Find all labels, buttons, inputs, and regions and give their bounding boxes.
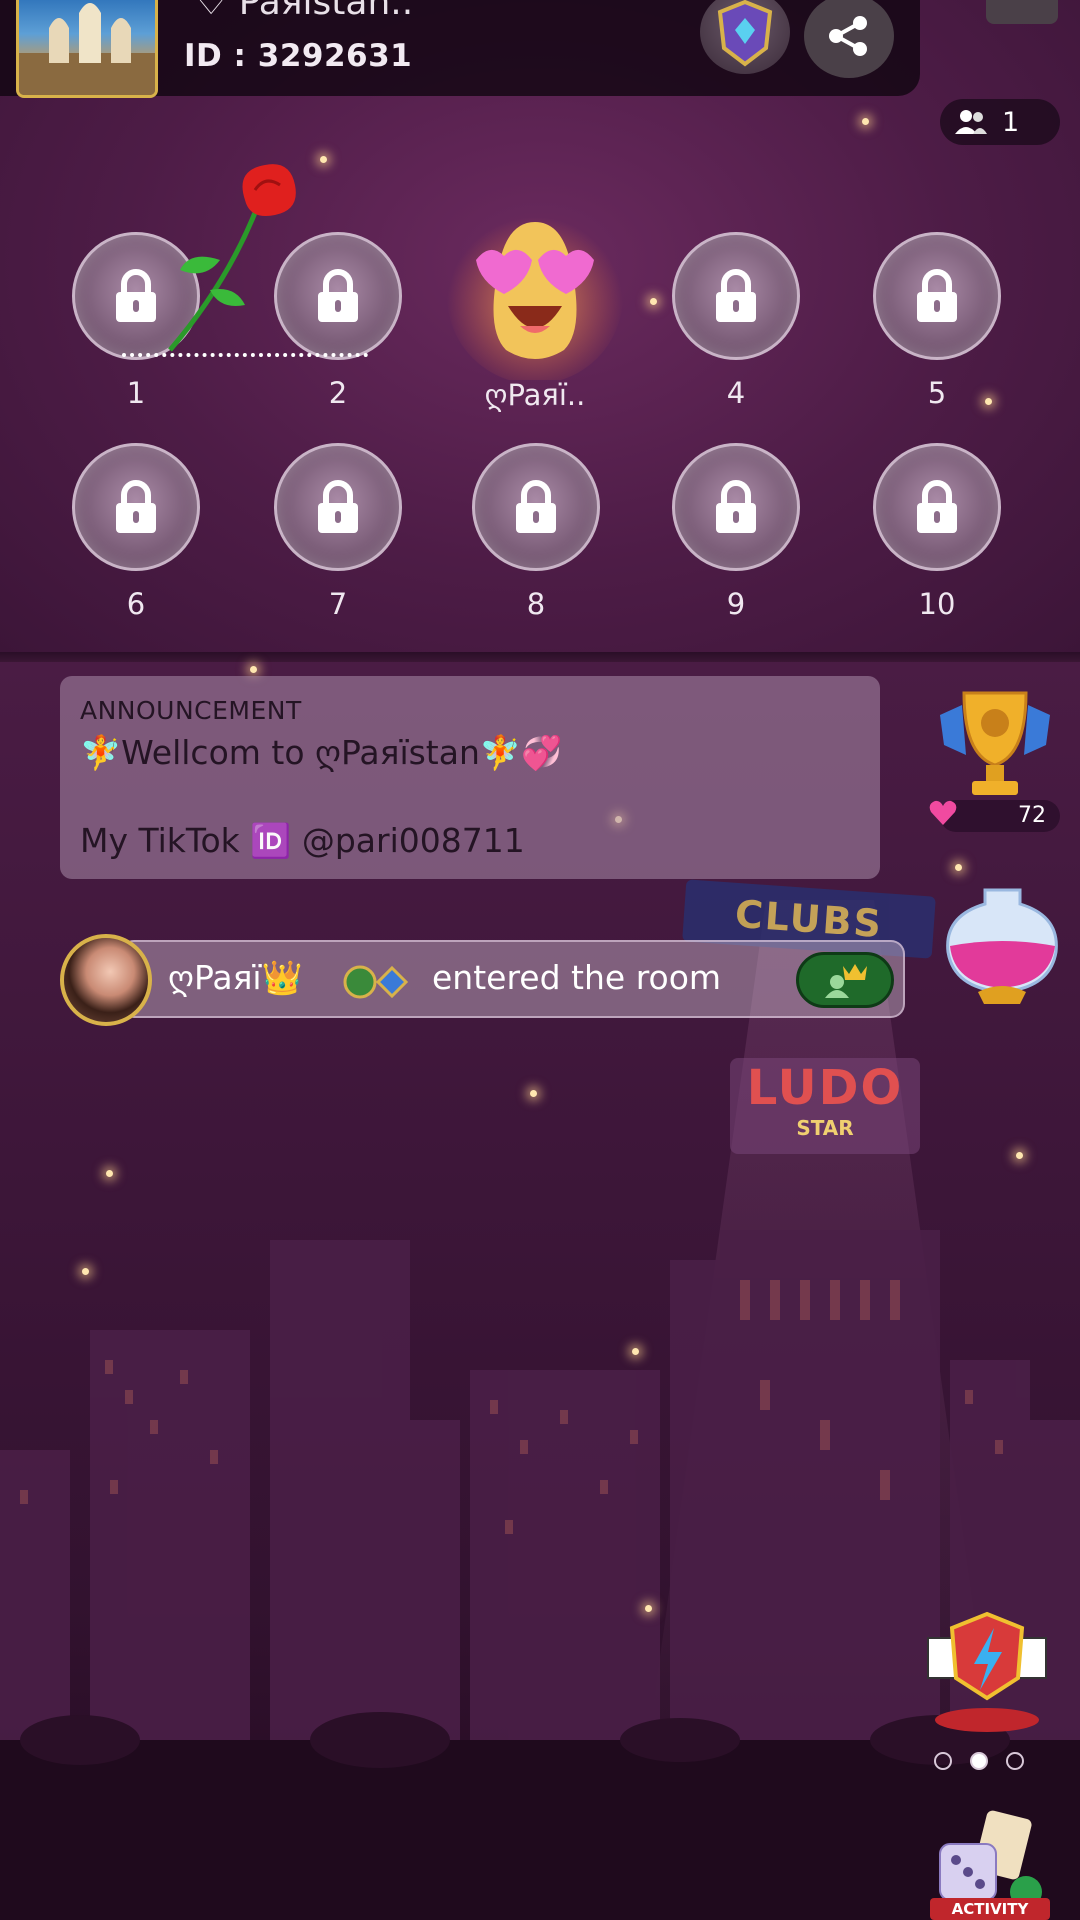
crown-user-icon	[825, 964, 867, 998]
room-name: ♡ Paяïstan..	[195, 0, 414, 23]
online-users-pill[interactable]: 1	[940, 99, 1060, 145]
rose-gift-animation	[168, 164, 296, 352]
ludo-star-sign: LUDO STAR	[730, 1058, 920, 1154]
lock-icon	[917, 269, 957, 322]
announcement-line: My TikTok 🆔 @pari008711	[80, 821, 525, 860]
carousel-pager	[934, 1752, 1024, 1770]
area-divider	[0, 652, 1080, 662]
trophy-icon[interactable]	[922, 675, 1068, 805]
ludo-sign-word: LUDO	[746, 1060, 904, 1116]
seat-number: 10	[918, 587, 956, 621]
lock-icon	[716, 269, 756, 322]
seat-6[interactable]	[72, 443, 200, 571]
seat-number: 1	[126, 376, 146, 410]
online-count: 1	[1002, 106, 1020, 138]
seat-4[interactable]	[672, 232, 800, 360]
seat-5[interactable]	[873, 232, 1001, 360]
trophy-score: 72	[940, 800, 1060, 832]
chat-message-text: entered the room	[432, 958, 722, 997]
seat-number: 4	[726, 376, 746, 410]
announcement-line: 🧚Wellcom to ღPaяïstan🧚💞	[80, 733, 563, 772]
pager-dot[interactable]	[1006, 1752, 1024, 1770]
potion-bottle-icon[interactable]	[940, 880, 1065, 1005]
heart-icon	[929, 800, 957, 825]
seat-number: 8	[526, 587, 546, 621]
pager-dot[interactable]	[934, 1752, 952, 1770]
users-icon	[955, 110, 987, 134]
announcement-title: ANNOUNCEMENT	[80, 696, 302, 725]
activity-button-label[interactable]: ACTIVITY	[930, 1898, 1050, 1920]
exit-room-button[interactable]	[986, 0, 1058, 24]
seat-8[interactable]	[472, 443, 600, 571]
share-icon	[829, 16, 867, 56]
lock-icon	[516, 480, 556, 533]
palace-image	[19, 3, 155, 95]
user-avatar[interactable]	[60, 934, 152, 1026]
lightning-event-icon[interactable]	[922, 1608, 1052, 1738]
seat-number: 2	[328, 376, 348, 410]
seat-occupant-name: ღPaяï..	[484, 378, 586, 412]
host-avatar-heart-eyes-emoji[interactable]	[446, 200, 624, 380]
lock-icon	[318, 269, 358, 322]
pager-dot-active[interactable]	[970, 1752, 988, 1770]
announcement-panel[interactable]: ANNOUNCEMENT 🧚Wellcom to ღPaяïstan🧚💞 My …	[60, 676, 880, 879]
room-badge-button[interactable]	[700, 0, 790, 74]
seat-7[interactable]	[274, 443, 402, 571]
ludo-sign-sub: STAR	[796, 1116, 854, 1140]
lock-icon	[917, 480, 957, 533]
chat-username[interactable]: ღPaяï👑	[168, 958, 303, 998]
seat-number: 9	[726, 587, 746, 621]
seat-9[interactable]	[672, 443, 800, 571]
lock-icon	[716, 480, 756, 533]
city-skyline-illustration	[0, 1230, 1080, 1920]
shield-gem-icon	[717, 0, 773, 67]
seat-10[interactable]	[873, 443, 1001, 571]
lock-icon	[318, 480, 358, 533]
room-id: ID : 3292631	[184, 38, 413, 74]
room-avatar[interactable]	[16, 0, 158, 98]
lock-icon	[116, 480, 156, 533]
follow-user-button[interactable]	[796, 952, 894, 1008]
seat-number: 5	[927, 376, 947, 410]
seat-number: 7	[328, 587, 348, 621]
level-badges-icon	[343, 965, 409, 999]
seat-number: 6	[126, 587, 146, 621]
dotted-line-decoration	[122, 353, 368, 357]
